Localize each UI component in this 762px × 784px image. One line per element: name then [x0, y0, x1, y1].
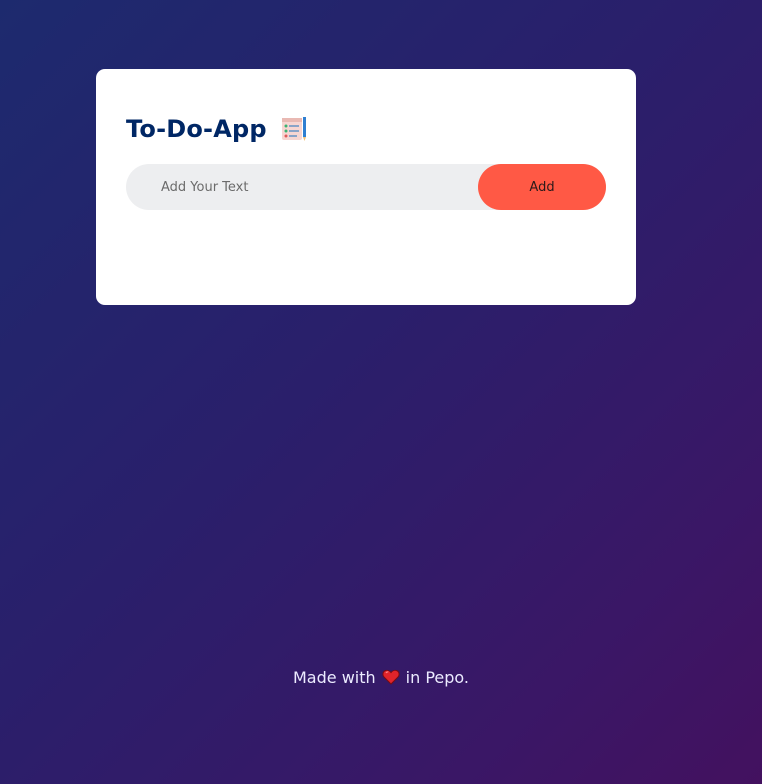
- task-input[interactable]: [126, 164, 478, 210]
- footer-suffix: in Pepo.: [405, 668, 469, 687]
- add-button[interactable]: Add: [478, 164, 606, 210]
- footer: Made with in Pepo.: [0, 666, 762, 690]
- todo-card: To-Do-App Add: [96, 69, 636, 305]
- title-row: To-Do-App: [126, 111, 606, 147]
- app-title: To-Do-App: [126, 115, 267, 143]
- input-row: Add: [126, 164, 606, 210]
- footer-prefix: Made with: [293, 668, 376, 687]
- heart-icon: [382, 668, 400, 685]
- notepad-checklist-icon: [279, 115, 307, 143]
